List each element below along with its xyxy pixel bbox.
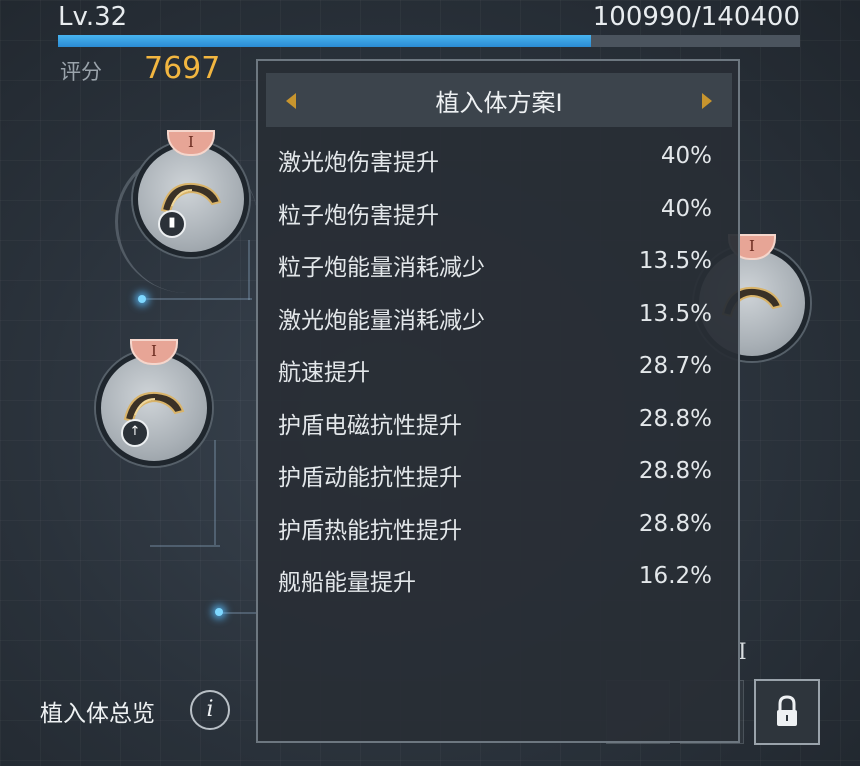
slot-tier-badge: I (167, 130, 215, 156)
panel-header: 植入体方案I (266, 73, 732, 127)
speed-arrow-icon: ↑ (121, 419, 149, 447)
stat-value: 28.7% (638, 353, 712, 379)
stat-row: 护盾电磁抗性提升 28.8% (278, 402, 712, 442)
stat-value: 28.8% (638, 511, 712, 537)
stat-row: 激光炮伤害提升 40% (278, 139, 712, 179)
circuit-line (142, 298, 252, 300)
stat-value: 13.5% (638, 301, 712, 327)
stat-row: 粒子炮能量消耗减少 13.5% (278, 244, 712, 284)
stat-value: 40% (660, 196, 712, 222)
stat-name: 护盾动能抗性提升 (278, 465, 462, 491)
stat-name: 激光炮能量消耗减少 (278, 308, 485, 334)
stat-name: 激光炮伤害提升 (278, 150, 439, 176)
stat-row: 护盾热能抗性提升 28.8% (278, 507, 712, 547)
glow-node (138, 295, 146, 303)
score-label: 评分 (60, 60, 102, 84)
glow-node (215, 608, 223, 616)
implant-slot-2[interactable]: I ↑ (96, 339, 212, 466)
implant-overview-label[interactable]: 植入体总览 (40, 694, 155, 728)
implant-slot-1[interactable]: I ▮ (133, 130, 249, 257)
stat-name: 航速提升 (278, 360, 370, 386)
level-label: Lv.32 (58, 2, 128, 32)
stat-row: 粒子炮伤害提升 40% (278, 192, 712, 232)
implant-scheme-panel: 植入体方案I 激光炮伤害提升 40% 粒子炮伤害提升 40% 粒子炮能量消耗减少… (256, 59, 740, 743)
next-scheme-arrow-icon[interactable] (702, 93, 712, 109)
stat-value: 16.2% (638, 563, 712, 589)
lock-button[interactable] (754, 679, 820, 745)
xp-bar-fill (58, 35, 592, 47)
stat-name: 护盾热能抗性提升 (278, 518, 462, 544)
stat-name: 粒子炮伤害提升 (278, 203, 439, 229)
circuit-line (150, 545, 220, 547)
stat-row: 航速提升 28.7% (278, 349, 712, 389)
panel-title: 植入体方案I (435, 89, 563, 117)
stat-value: 40% (660, 143, 712, 169)
stat-name: 粒子炮能量消耗减少 (278, 255, 485, 281)
lock-icon (777, 695, 797, 726)
xp-bar (58, 35, 800, 47)
score-value: 7697 (144, 51, 221, 86)
stat-value: 13.5% (638, 248, 712, 274)
stat-value: 28.8% (638, 458, 712, 484)
slot-tier-badge: I (130, 339, 178, 365)
stat-row: 舰船能量提升 16.2% (278, 559, 712, 599)
stat-row: 护盾动能抗性提升 28.8% (278, 454, 712, 494)
stat-value: 28.8% (638, 406, 712, 432)
circuit-line (218, 612, 256, 614)
info-button[interactable]: i (190, 690, 230, 730)
stat-name: 护盾电磁抗性提升 (278, 413, 462, 439)
xp-text: 100990/140400 (592, 2, 800, 32)
battery-icon: ▮ (158, 210, 186, 238)
circuit-line (214, 440, 216, 545)
stat-row: 激光炮能量消耗减少 13.5% (278, 297, 712, 337)
stat-name: 舰船能量提升 (278, 570, 416, 596)
